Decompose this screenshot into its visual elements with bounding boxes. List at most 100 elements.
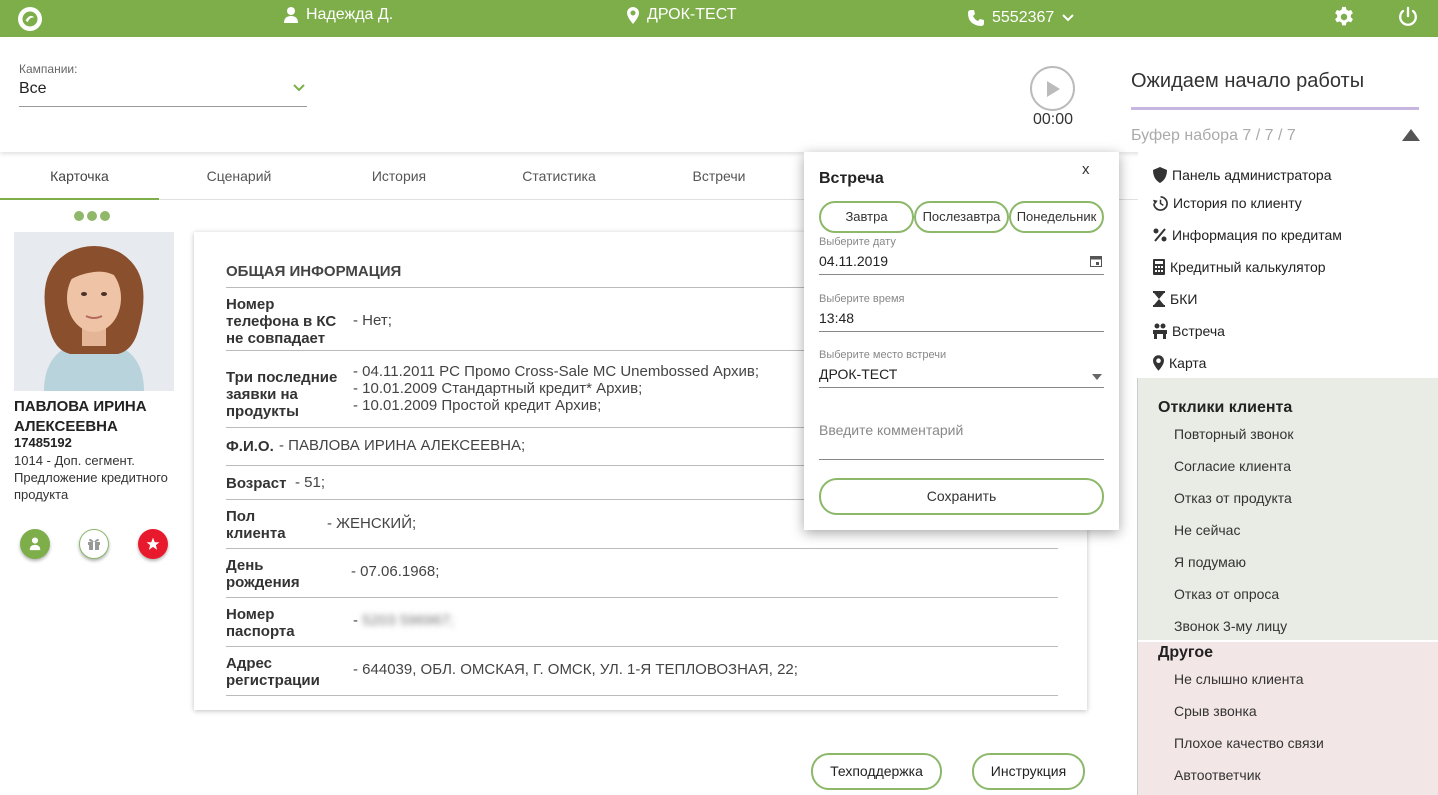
info-row-value: - ПАВЛОВА ИРИНА АЛЕКСЕЕВНА;: [279, 437, 526, 454]
info-row-value: - 644039, ОБЛ. ОМСКАЯ, Г. ОМСК, УЛ. 1-Я …: [353, 661, 798, 678]
menu-label: Информация по кредитам: [1172, 227, 1342, 243]
comment-textarea[interactable]: Введите комментарий: [819, 422, 1104, 460]
power-icon[interactable]: [1397, 6, 1419, 33]
client-responses-section: Отклики клиента Повторный звонок Согласи…: [1138, 378, 1438, 640]
day-after-tomorrow-button[interactable]: Послезавтра: [914, 201, 1009, 233]
comment-placeholder: Введите комментарий: [819, 422, 964, 438]
gift-button[interactable]: [79, 529, 109, 559]
tab-card[interactable]: Карточка: [0, 152, 159, 200]
date-field[interactable]: 04.11.2019: [819, 253, 1104, 275]
map-pin-icon: [1153, 355, 1164, 371]
info-row-value: - 07.06.1968;: [351, 563, 440, 580]
tab-meetings[interactable]: Встречи: [639, 152, 799, 200]
gift-icon: [88, 538, 100, 550]
place-label: Выберите место встречи: [819, 349, 947, 361]
close-icon[interactable]: x: [1082, 161, 1090, 178]
response-option[interactable]: Отказ от опроса: [1174, 586, 1279, 602]
support-button[interactable]: Техподдержка: [811, 753, 942, 790]
info-row-value: - ЖЕНСКИЙ;: [327, 515, 417, 532]
call-timer: 00:00: [1033, 111, 1074, 128]
user-icon: [29, 537, 41, 551]
place-value: ДРОК-ТЕСТ: [819, 366, 898, 382]
gear-icon[interactable]: [1333, 6, 1355, 33]
menu-label: Панель администратора: [1172, 167, 1332, 183]
play-button[interactable]: [1030, 66, 1075, 111]
date-value: 04.11.2019: [819, 253, 889, 269]
hourglass-icon: [1153, 291, 1165, 307]
menu-credit-calculator[interactable]: Кредитный калькулятор: [1153, 259, 1326, 275]
other-option[interactable]: Срыв звонка: [1174, 703, 1257, 719]
info-row-label: Пол клиента: [226, 508, 286, 542]
menu-label: История по клиенту: [1173, 195, 1302, 211]
time-label: Выберите время: [819, 293, 905, 305]
menu-client-history[interactable]: История по клиенту: [1153, 195, 1302, 211]
menu-admin-panel[interactable]: Панель администратора: [1153, 167, 1332, 183]
calculator-icon: [1153, 259, 1165, 275]
favorite-button[interactable]: [138, 529, 168, 559]
response-option[interactable]: Согласие клиента: [1174, 458, 1291, 474]
tomorrow-button[interactable]: Завтра: [819, 201, 914, 233]
save-button[interactable]: Сохранить: [819, 478, 1104, 515]
place-select[interactable]: ДРОК-ТЕСТ: [819, 366, 1104, 388]
dropdown-arrow-icon: [1092, 374, 1102, 380]
tab-history[interactable]: История: [319, 152, 479, 200]
client-photo: [14, 232, 174, 391]
date-label: Выберите дату: [819, 236, 896, 248]
meeting-dialog: Встреча x Завтра Послезавтра Понедельник…: [804, 152, 1119, 530]
percent-icon: [1153, 228, 1167, 242]
info-row-label: Три последние заявки на продукты: [226, 369, 338, 420]
response-option[interactable]: Повторный звонок: [1174, 426, 1293, 442]
user-name: Надежда Д.: [306, 6, 394, 23]
tab-statistics[interactable]: Статистика: [479, 152, 639, 200]
menu-map[interactable]: Карта: [1153, 355, 1206, 371]
logo-icon[interactable]: [18, 7, 42, 31]
current-location[interactable]: ДРОК-ТЕСТ: [627, 6, 737, 24]
campaign-value: Все: [19, 80, 47, 97]
status-progress-line: [1131, 107, 1419, 110]
user-icon: [284, 7, 298, 23]
phone-icon: [968, 10, 984, 26]
calendar-icon[interactable]: [1090, 255, 1102, 267]
chevron-down-icon: [293, 84, 305, 92]
other-option[interactable]: Плохое качество связи: [1174, 735, 1324, 751]
other-title: Другое: [1158, 644, 1213, 661]
current-user[interactable]: Надежда Д.: [284, 6, 393, 24]
shield-icon: [1153, 167, 1167, 183]
client-id: 17485192: [14, 435, 72, 450]
campaign-label: Кампании:: [19, 62, 78, 76]
instruction-button[interactable]: Инструкция: [972, 753, 1085, 790]
collapse-arrow-icon[interactable]: [1402, 129, 1420, 141]
top-bar: Надежда Д. ДРОК-ТЕСТ 5552367: [0, 0, 1438, 37]
response-option[interactable]: Отказ от продукта: [1174, 490, 1292, 506]
menu-credit-info[interactable]: Информация по кредитам: [1153, 227, 1342, 243]
menu-bki[interactable]: БКИ: [1153, 291, 1197, 307]
info-row: Адрес регистрации - 644039, ОБЛ. ОМСКАЯ,…: [226, 646, 1058, 695]
info-row-label: Ф.И.О.: [226, 438, 274, 455]
play-icon: [1046, 80, 1060, 97]
menu-meeting[interactable]: Встреча: [1153, 323, 1225, 339]
phone-selector[interactable]: 5552367: [968, 9, 1075, 27]
info-row-value: - 51;: [295, 474, 326, 491]
star-icon: [146, 537, 160, 550]
more-dots-icon[interactable]: [74, 211, 110, 221]
info-row-value: - 04.11.2011 PC Промо Cross-Sale MC Unem…: [353, 363, 760, 414]
meeting-icon: [1153, 323, 1167, 339]
monday-button[interactable]: Понедельник: [1009, 201, 1104, 233]
response-option[interactable]: Звонок 3-му лицу: [1174, 618, 1287, 634]
response-option[interactable]: Не сейчас: [1174, 522, 1240, 538]
tab-script[interactable]: Сценарий: [159, 152, 319, 200]
time-value: 13:48: [819, 310, 855, 326]
client-profile-button[interactable]: [20, 529, 50, 559]
responses-title: Отклики клиента: [1158, 399, 1293, 416]
info-row: День рождения - 07.06.1968;: [226, 548, 1058, 597]
other-section: Другое Не слышно клиента Срыв звонка Пло…: [1138, 642, 1438, 795]
card-title: ОБЩАЯ ИНФОРМАЦИЯ: [226, 263, 402, 280]
response-option[interactable]: Я подумаю: [1174, 554, 1246, 570]
phone-number: 5552367: [992, 9, 1055, 26]
time-field[interactable]: 13:48: [819, 310, 1104, 332]
campaign-select[interactable]: Все: [19, 80, 307, 107]
other-option[interactable]: Автоответчик: [1174, 767, 1261, 783]
other-option[interactable]: Не слышно клиента: [1174, 671, 1304, 687]
info-row-label: Номер телефона в КС не совпадает: [226, 296, 337, 347]
info-row-label: Возраст: [226, 475, 287, 492]
